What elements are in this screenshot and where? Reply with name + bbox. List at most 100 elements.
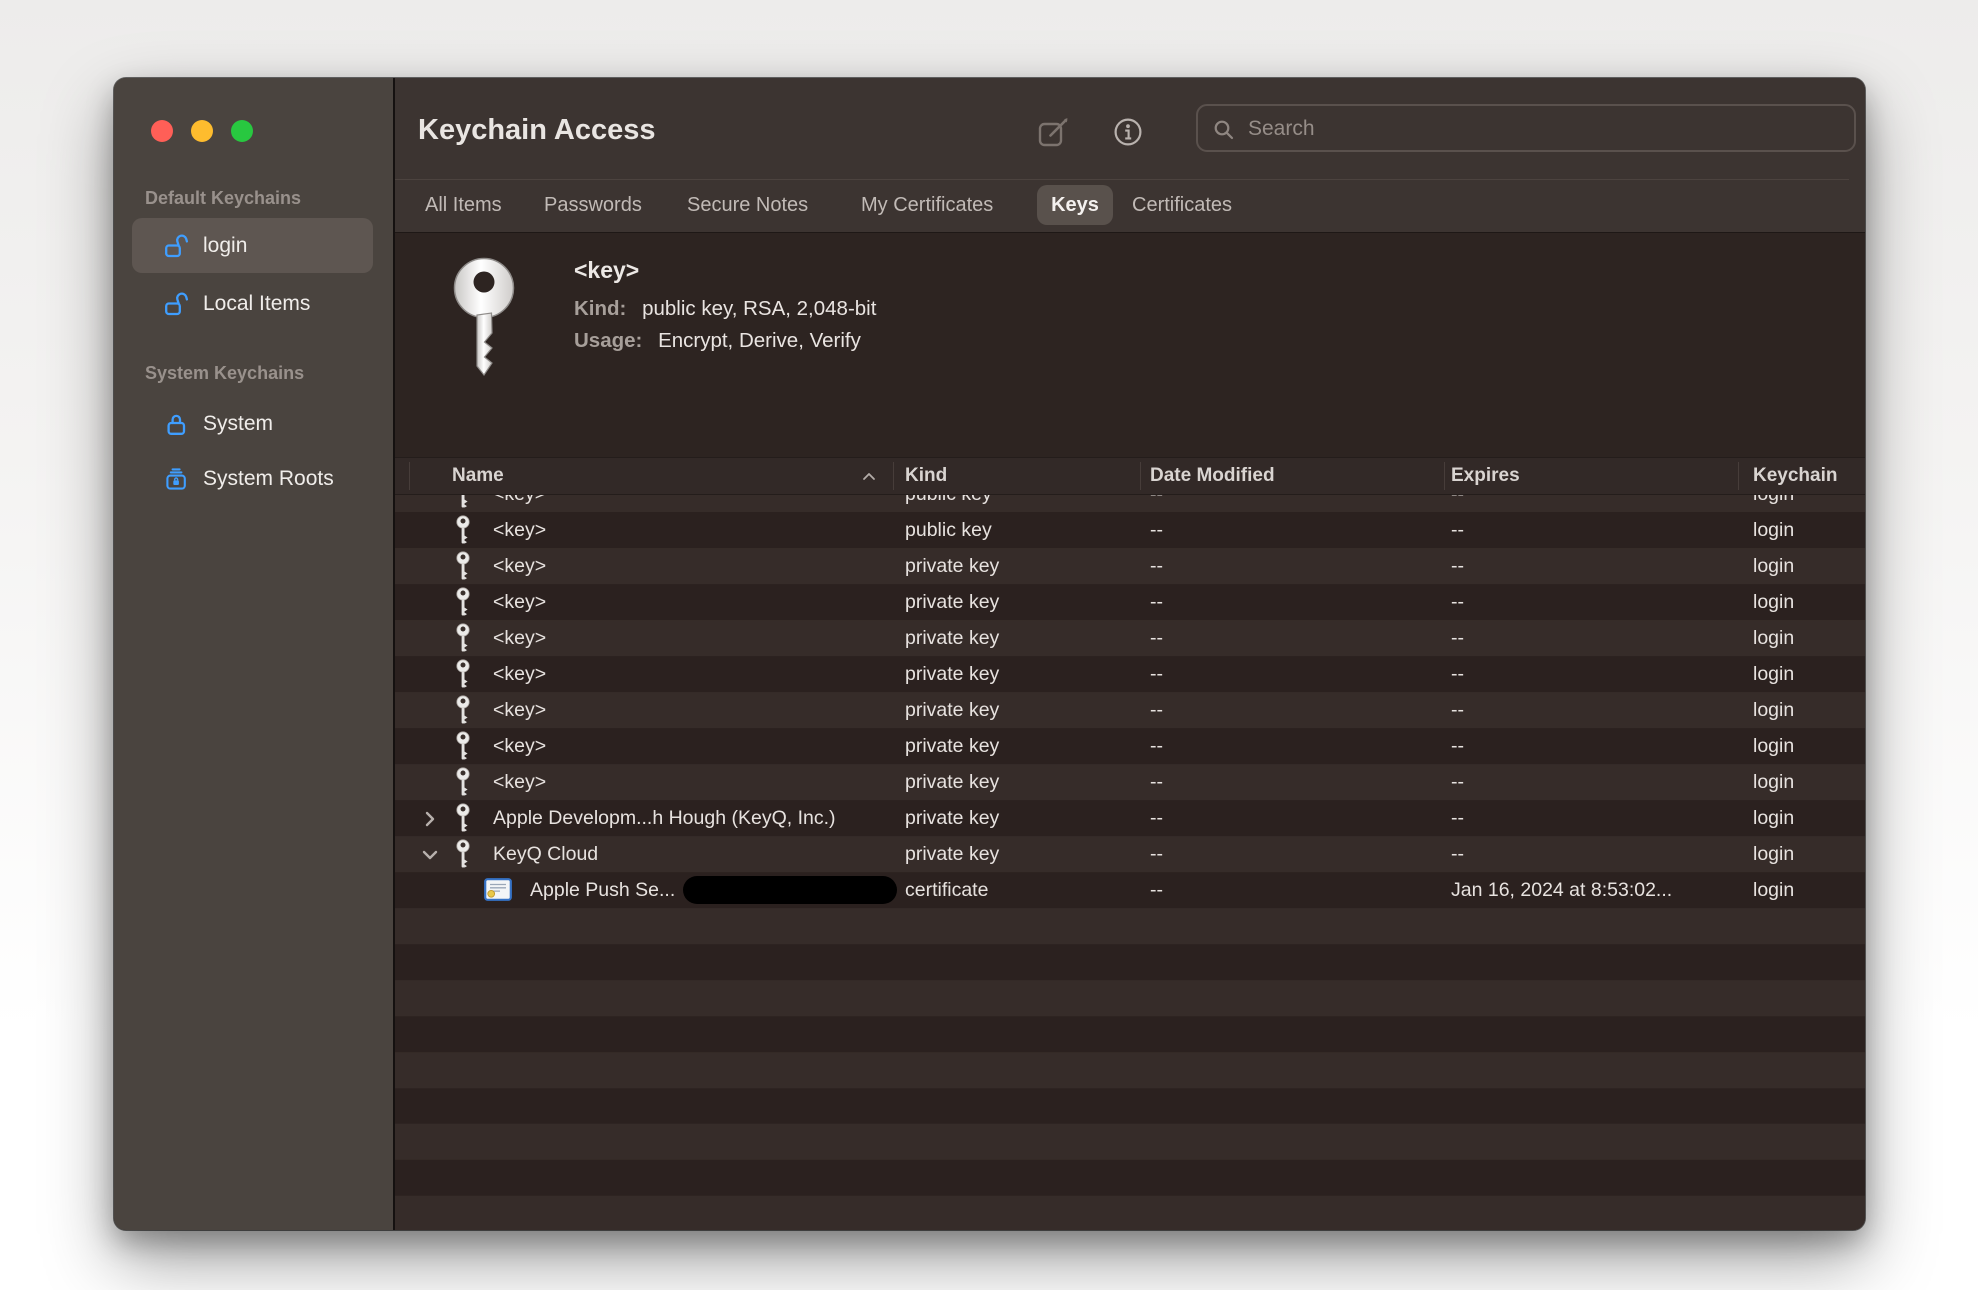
row-expires: -- [1451, 764, 1464, 800]
row-keychain: login [1753, 548, 1794, 584]
column-header-expires[interactable]: Expires [1451, 458, 1520, 494]
row-keychain: login [1753, 800, 1794, 836]
unlocked-padlock-icon [164, 291, 190, 317]
column-separator[interactable] [1738, 462, 1739, 490]
column-header-keychain[interactable]: Keychain [1753, 458, 1837, 494]
row-name: <key> [493, 512, 546, 548]
table-row-partial[interactable]: <key> public key -- -- login [395, 495, 1865, 512]
table-row[interactable]: <key> private key -- -- login [395, 584, 1865, 620]
table-row-keyq-cloud[interactable]: KeyQ Cloud private key -- -- login [395, 836, 1865, 872]
row-keychain: login [1753, 836, 1794, 872]
key-icon [455, 495, 471, 510]
key-icon [455, 587, 471, 618]
table-row[interactable]: <key> private key -- -- login [395, 548, 1865, 584]
column-separator[interactable] [893, 462, 894, 490]
row-date-modified: -- [1150, 692, 1163, 728]
row-kind: private key [905, 800, 999, 836]
certificate-icon [484, 878, 512, 901]
row-name: <key> [493, 620, 546, 656]
column-header-name[interactable]: Name [452, 458, 504, 494]
row-expires: -- [1451, 620, 1464, 656]
row-expires: -- [1451, 548, 1464, 584]
key-icon [455, 515, 471, 546]
row-name: <key> [493, 495, 546, 512]
table-body: <key> public key -- -- login <key> publi… [395, 495, 1865, 1230]
row-kind: private key [905, 584, 999, 620]
row-name: Apple Push Se... [530, 872, 675, 908]
search-field[interactable] [1196, 104, 1856, 152]
lockbox-icon [164, 466, 190, 492]
table-row-apple-development[interactable]: Apple Developm...h Hough (KeyQ, Inc.) pr… [395, 800, 1865, 836]
key-icon [455, 695, 471, 726]
row-kind: private key [905, 764, 999, 800]
tab-secure-notes[interactable]: Secure Notes [687, 185, 808, 225]
table-row[interactable]: <key> private key -- -- login [395, 620, 1865, 656]
sidebar-item-label: System Roots [203, 467, 334, 491]
sidebar-section-system-keychains: System Keychains [145, 363, 304, 384]
row-expires: -- [1451, 836, 1464, 872]
tab-my-certificates[interactable]: My Certificates [861, 185, 993, 225]
unlocked-padlock-icon [164, 233, 190, 259]
row-kind: private key [905, 548, 999, 584]
main-area: Keychain Access All Items Passwo [395, 78, 1865, 1230]
row-expires: -- [1451, 495, 1464, 512]
row-name: KeyQ Cloud [493, 836, 598, 872]
minimize-button[interactable] [191, 120, 213, 142]
toolbar-separator [395, 179, 1849, 180]
row-date-modified: -- [1150, 800, 1163, 836]
key-icon [455, 767, 471, 798]
table-row[interactable]: <key> private key -- -- login [395, 692, 1865, 728]
table-row[interactable]: <key> private key -- -- login [395, 656, 1865, 692]
sidebar-item-label: System [203, 412, 273, 436]
row-name: <key> [493, 728, 546, 764]
table-row[interactable]: <key> public key -- -- login [395, 512, 1865, 548]
chevron-down-icon[interactable] [421, 846, 439, 864]
sidebar: Default Keychains login Local Items Syst… [114, 78, 393, 1230]
table-row-apple-push-certificate[interactable]: Apple Push Se... certificate -- Jan 16, … [395, 872, 1865, 908]
column-separator[interactable] [1140, 462, 1141, 490]
row-date-modified: -- [1150, 495, 1163, 512]
tab-passwords[interactable]: Passwords [544, 185, 642, 225]
row-keychain: login [1753, 692, 1794, 728]
tab-keys[interactable]: Keys [1037, 185, 1113, 225]
column-separator[interactable] [1444, 462, 1445, 490]
column-header-kind[interactable]: Kind [905, 458, 947, 494]
row-date-modified: -- [1150, 836, 1163, 872]
sidebar-item-system[interactable]: System [132, 396, 373, 451]
search-input[interactable] [1246, 108, 1840, 150]
detail-usage-value: Encrypt, Derive, Verify [658, 329, 861, 352]
detail-kind-label: Kind: [574, 297, 626, 320]
table-row[interactable]: <key> private key -- -- login [395, 728, 1865, 764]
tab-certificates[interactable]: Certificates [1132, 185, 1232, 225]
detail-usage-label: Usage: [574, 329, 642, 352]
compose-icon[interactable] [1038, 116, 1070, 148]
search-icon [1213, 119, 1235, 141]
column-separator[interactable] [409, 462, 410, 490]
column-header-date-modified[interactable]: Date Modified [1150, 458, 1275, 494]
tab-all-items[interactable]: All Items [425, 185, 502, 225]
zoom-button[interactable] [231, 120, 253, 142]
key-icon [455, 551, 471, 582]
info-icon[interactable] [1112, 116, 1144, 148]
chevron-right-icon[interactable] [421, 810, 439, 828]
key-icon-large [449, 257, 519, 377]
row-expires: -- [1451, 728, 1464, 764]
table-header: Name Kind Date Modified Expires Keychain [395, 457, 1865, 495]
sidebar-item-label: Local Items [203, 292, 310, 316]
detail-name: <key> [574, 257, 639, 284]
table-row[interactable]: <key> private key -- -- login [395, 764, 1865, 800]
row-expires: -- [1451, 512, 1464, 548]
sidebar-item-login[interactable]: login [132, 218, 373, 273]
row-kind: private key [905, 620, 999, 656]
redaction-bar [683, 876, 897, 904]
row-name: Apple Developm...h Hough (KeyQ, Inc.) [493, 800, 836, 836]
row-name: <key> [493, 656, 546, 692]
sidebar-item-system-roots[interactable]: System Roots [132, 451, 373, 506]
row-expires: Jan 16, 2024 at 8:53:02... [1451, 872, 1672, 908]
row-kind: private key [905, 836, 999, 872]
key-icon [455, 803, 471, 834]
sort-ascending-icon [862, 472, 876, 481]
close-button[interactable] [151, 120, 173, 142]
locked-padlock-icon [164, 411, 190, 437]
sidebar-item-local-items[interactable]: Local Items [132, 276, 373, 331]
